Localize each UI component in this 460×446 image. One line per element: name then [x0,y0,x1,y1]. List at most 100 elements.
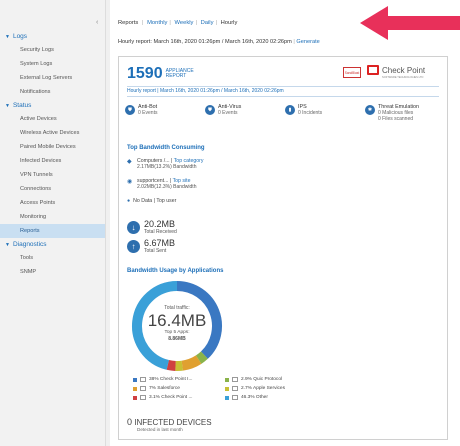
sidebar-section-logs[interactable]: ▼ Logs [0,30,105,43]
user-icon: ● [127,198,131,204]
top-site: ◉ supportcent... | Top site 2.02MB(12.3%… [127,178,197,190]
threat-anti-bot: ⛊ Anti-Bot 0 Events [125,104,205,122]
brand-tagline: SOFTWARE TECHNOLOGIES LTD [382,76,424,79]
sidebar-section-label: Diagnostics [12,241,47,248]
threat-value[interactable]: 0 Incidents [298,110,322,116]
legend-item: 2.9% Quic Protocol [225,377,317,382]
top-apps-value: 8.86MB [168,336,186,342]
gear-icon: ✱ [365,105,375,115]
legend-label: 46.3% Other [241,395,268,400]
tab-weekly[interactable]: Weekly [175,20,194,26]
app-icon [232,395,238,400]
tab-hourly[interactable]: Hourly [221,20,238,26]
check-point-logo-icon [367,65,379,75]
report-range-text: Hourly report: March 16th, 2020 01:26pm … [118,39,292,45]
sidebar-item-paired-mobile-devices[interactable]: Paired Mobile Devices [0,140,105,154]
threat-emulation: ✱ Threat Emulation 0 Malicious files 0 F… [365,104,445,122]
divider [127,86,439,87]
sidebar-section-diagnostics[interactable]: ▼ Diagnostics [0,238,105,251]
legend-item: 3.1% Check Point ... [133,395,225,400]
annotation-arrow-icon [360,6,460,40]
sidebar-section-label: Logs [12,33,28,40]
total-sent: ↑ 6.67MB Total Sent [127,239,175,254]
sent-label: Total Sent [144,248,167,254]
app-legend: 38% Check Point I... 2.9% Quic Protocol … [133,375,333,402]
top-user: ● No Data | Top user [127,198,177,204]
sidebar-item-external-log-servers[interactable]: External Log Servers [0,71,105,85]
report-period-nav: Reports | Monthly | Weekly | Daily | Hourly [118,20,238,26]
app-icon [232,377,238,382]
legend-label: 2.9% Quic Protocol [241,377,283,382]
threat-anti-virus: ⛊ Anti-Virus 0 Events [205,104,285,122]
sidebar-item-access-points[interactable]: Access Points [0,196,105,210]
app-icon [140,377,146,382]
infected-label: INFECTED DEVICES [134,418,212,427]
threat-ips: ▮ IPS 0 Incidents [285,104,365,122]
main-content: Reports | Monthly | Weekly | Daily | Hourly… [110,0,460,446]
generate-link[interactable]: Generate [296,39,319,45]
check-point-brand: Check Point [382,65,426,75]
legend-item: 46.3% Other [225,395,317,400]
download-arrow-icon: ↓ [127,221,140,234]
sidebar-item-security-logs[interactable]: Security Logs [0,43,105,57]
report-range-line: Hourly report: March 16th, 2020 01:26pm … [118,39,320,45]
legend-swatch [225,386,229,391]
apps-usage-title: Bandwidth Usage by Applications [127,268,224,274]
legend-swatch [133,386,137,391]
category-bandwidth: 2.17MB(13.2%) Bandwidth [137,164,197,170]
top-bandwidth-title: Top Bandwidth Consuming [127,145,205,151]
threat-value[interactable]: 0 Events [138,110,157,116]
threat-summary: ⛊ Anti-Bot 0 Events ⛊ Anti-Virus 0 Event… [125,104,445,122]
sidebar-item-vpn-tunnels[interactable]: VPN Tunnels [0,168,105,182]
received-value: 20.2MB [144,219,176,229]
appliance-report-panel: 1590 APPLIANCE REPORT SandBlast Check Po… [118,56,448,440]
legend-swatch [225,377,229,382]
infected-devices-summary: 0 INFECTED DEVICES Detected in last mont… [127,417,212,432]
legend-item: 38% Check Point I... [133,377,225,382]
report-number: 1590 [127,65,163,82]
sidebar-item-snmp[interactable]: SNMP [0,265,105,279]
app-icon [140,386,146,391]
upload-arrow-icon: ↑ [127,240,140,253]
threat-extra: 0 Files scanned [378,116,414,122]
site-bandwidth: 2.02MB(12.3%) Bandwidth [137,184,197,190]
sidebar-item-infected-devices[interactable]: Infected Devices [0,154,105,168]
collapse-sidebar-icon[interactable]: ‹ [96,19,98,26]
legend-label: 38% Check Point I... [149,377,193,382]
no-data-label: No Data [133,198,153,204]
top-user-link[interactable]: Top user [156,198,176,204]
tab-daily[interactable]: Daily [201,20,214,26]
infected-sub: Detected in last month [137,427,183,432]
caret-down-icon: ▼ [5,241,10,248]
app-usage-donut: Total traffic: 16.4MB Top 5 Apps: 8.86MB [131,280,223,372]
sidebar-item-notifications[interactable]: Notifications [0,85,105,99]
sidebar-item-tools[interactable]: Tools [0,251,105,265]
app-icon [140,395,146,400]
sidebar-item-monitoring[interactable]: Monitoring [0,210,105,224]
firewall-icon: ▮ [285,105,295,115]
sidebar-section-status[interactable]: ▼ Status [0,99,105,112]
sandblast-badge-icon: SandBlast [343,67,361,78]
legend-label: 7% Salesforce [149,386,180,391]
sidebar-item-system-logs[interactable]: System Logs [0,57,105,71]
donut-center: Total traffic: 16.4MB Top 5 Apps: 8.86MB [131,280,223,372]
legend-label: 2.7% Apple Services [241,386,285,391]
top-category: ◆ Computers /... | Top category 2.17MB(1… [127,158,204,170]
sidebar-item-reports[interactable]: Reports [0,224,105,238]
sidebar-item-connections[interactable]: Connections [0,182,105,196]
threat-value[interactable]: 0 Events [218,110,241,116]
shield-icon: ⛊ [205,105,215,115]
sent-value: 6.67MB [144,238,176,248]
sidebar-item-wireless-active-devices[interactable]: Wireless Active Devices [0,126,105,140]
app-icon [232,386,238,391]
legend-label: 3.1% Check Point ... [149,395,193,400]
tag-icon: ◆ [127,159,132,165]
top-apps-label: Top 5 Apps: [164,330,190,335]
legend-item: 7% Salesforce [133,386,225,391]
total-received: ↓ 20.2MB Total Received [127,220,177,235]
shield-icon: ⛊ [125,105,135,115]
sidebar-item-active-devices[interactable]: Active Devices [0,112,105,126]
legend-swatch [225,395,229,400]
check-point-logo: Check Point [367,65,425,75]
tab-monthly[interactable]: Monthly [147,20,167,26]
